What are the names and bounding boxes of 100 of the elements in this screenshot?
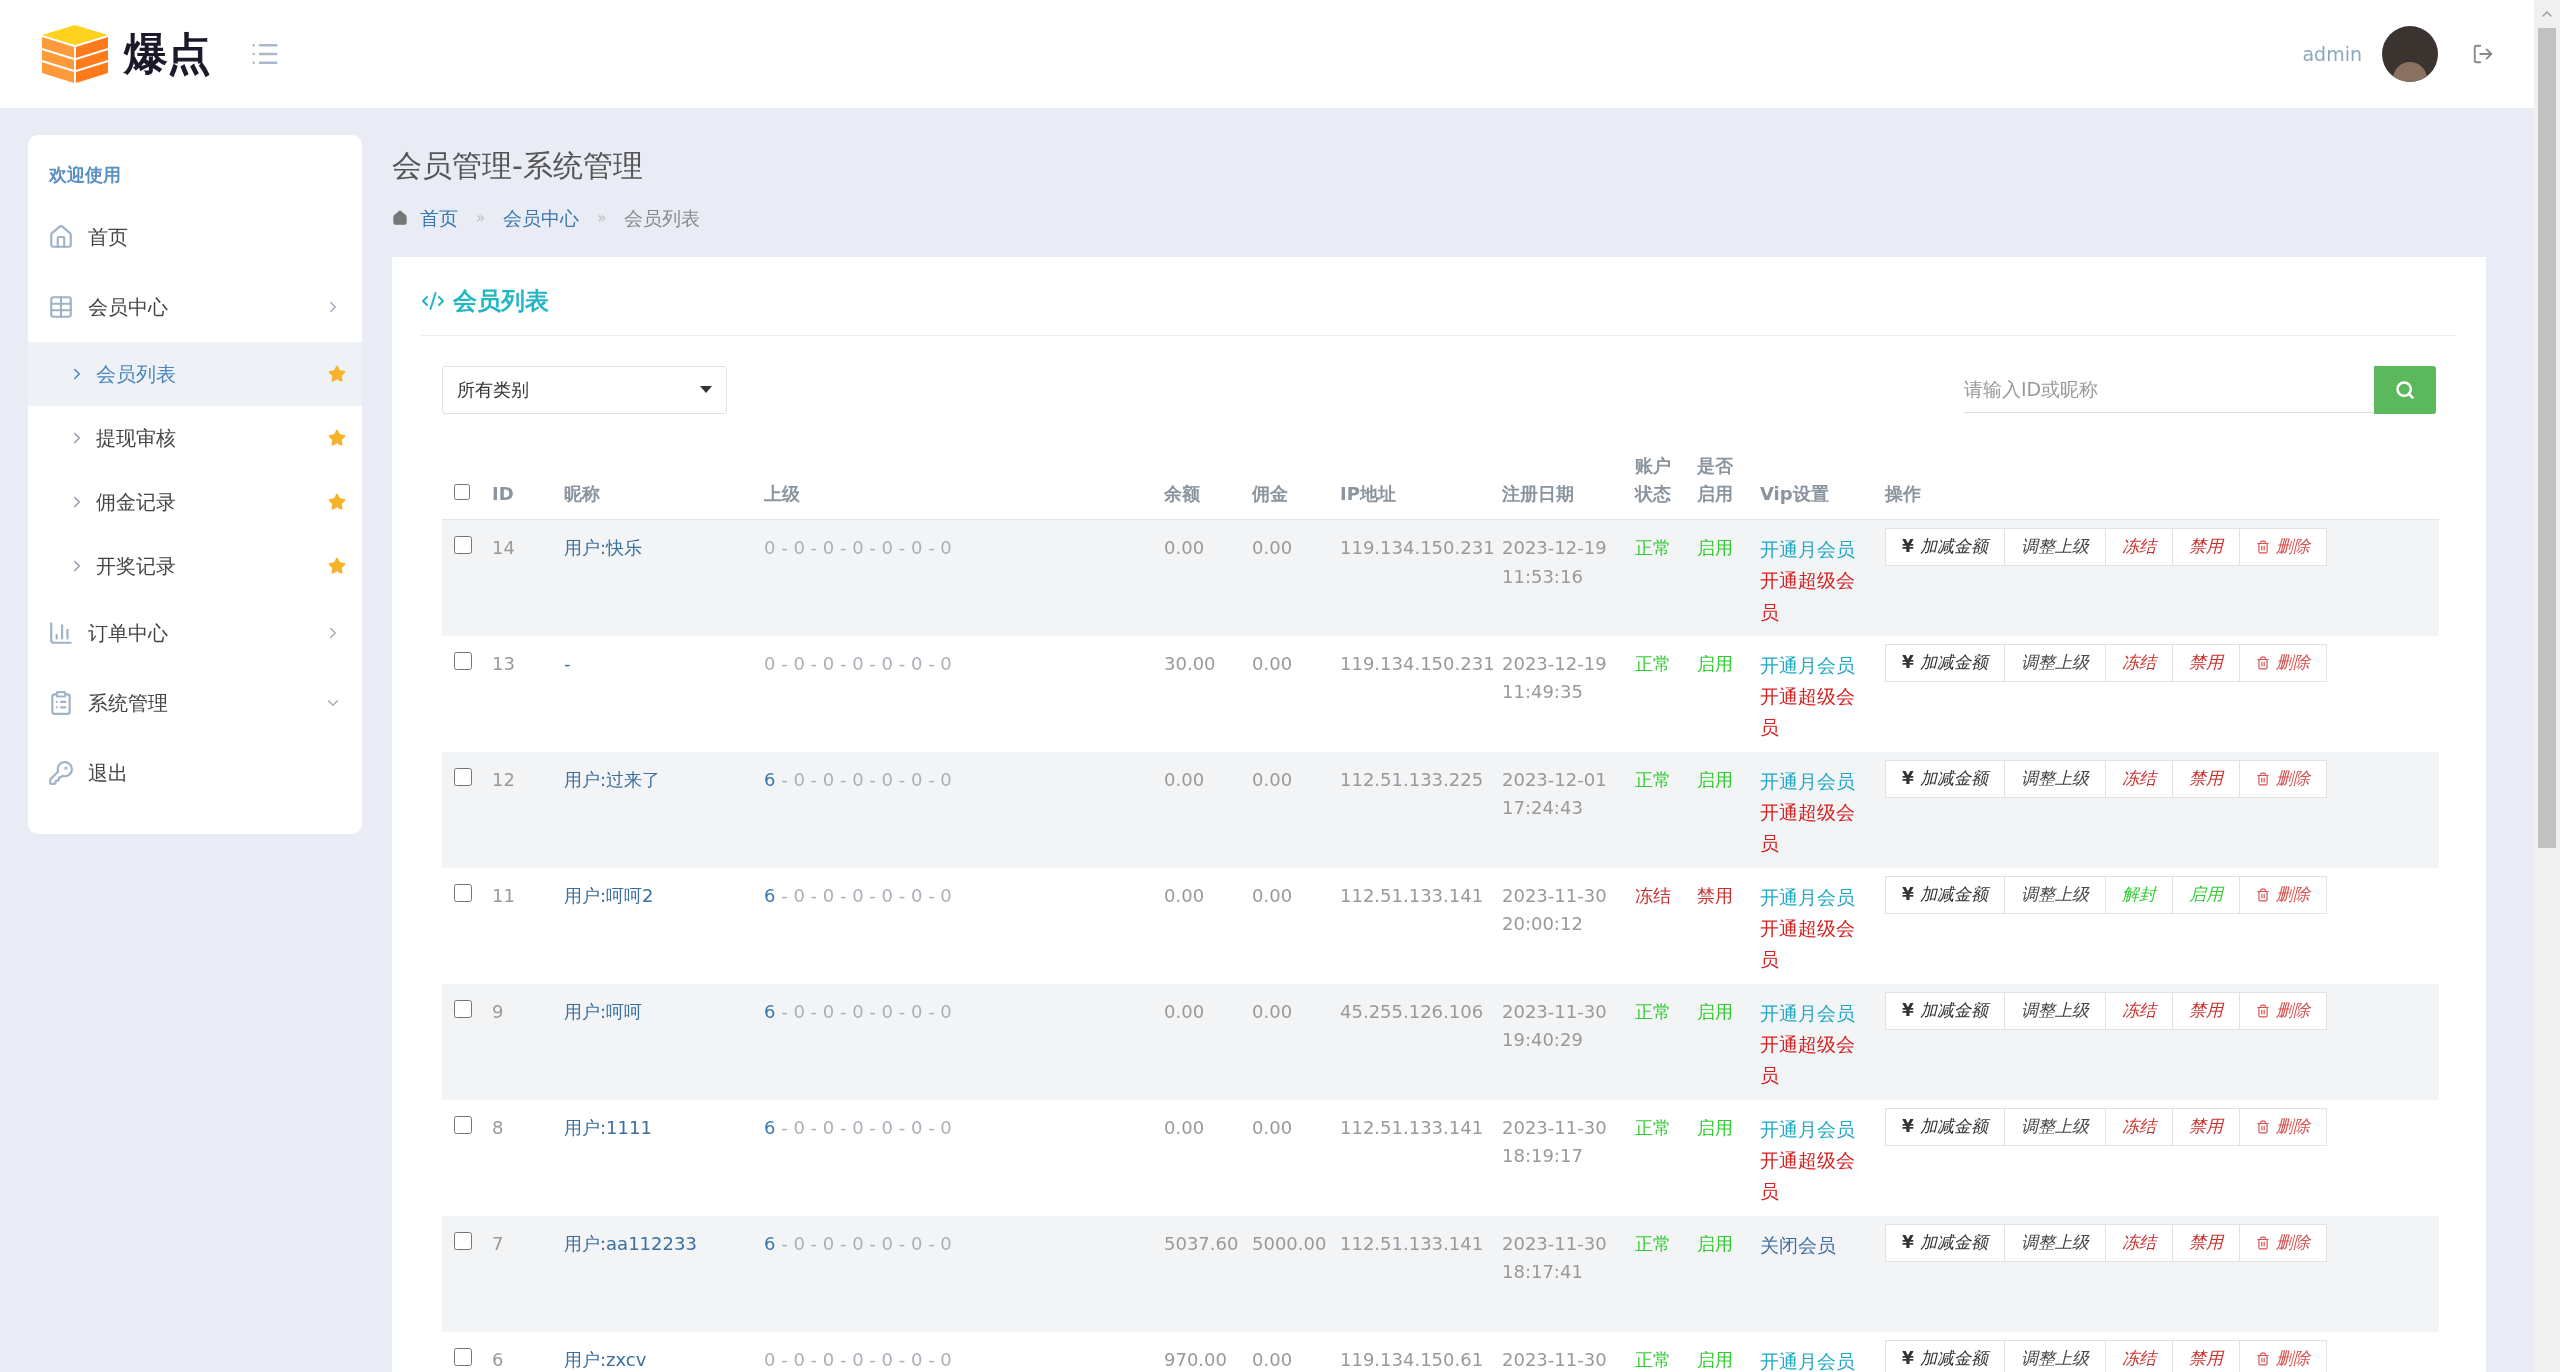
action-button[interactable]: 冻结: [2104, 991, 2173, 1030]
status-text: 正常: [1635, 1232, 1671, 1254]
action-button[interactable]: 禁用: [2171, 1107, 2240, 1146]
trash-icon: [2255, 655, 2270, 670]
sidebar-subitem[interactable]: 会员列表: [28, 342, 362, 406]
scrollbar-thumb[interactable]: [2538, 28, 2556, 848]
breadcrumb-link[interactable]: 首页: [420, 204, 458, 233]
sidebar-item[interactable]: 退出: [28, 738, 362, 808]
list-icon: [48, 690, 74, 716]
row-checkbox[interactable]: [454, 999, 472, 1018]
column-header: ID: [492, 482, 514, 507]
action-button[interactable]: ¥ 加减金额: [1885, 1107, 2005, 1146]
action-button[interactable]: 删除: [2238, 1107, 2327, 1146]
action-button[interactable]: 调整上级: [2003, 991, 2106, 1030]
nickname-link[interactable]: 用户:快乐: [564, 537, 643, 559]
vip-link[interactable]: 开通月会员: [1760, 881, 1869, 913]
sidebar-item[interactable]: 首页: [28, 202, 362, 272]
sidebar-subitem[interactable]: 提现审核: [28, 406, 362, 470]
vip-link[interactable]: 开通超级会员: [1760, 912, 1869, 976]
action-button[interactable]: ¥ 加减金额: [1885, 528, 2005, 567]
action-button[interactable]: 调整上级: [2003, 759, 2106, 798]
action-button[interactable]: 调整上级: [2003, 875, 2106, 914]
vip-link[interactable]: 开通超级会员: [1760, 1028, 1869, 1092]
row-checkbox[interactable]: [454, 536, 472, 555]
action-button[interactable]: ¥ 加减金额: [1885, 1339, 2005, 1372]
action-button[interactable]: 删除: [2238, 991, 2327, 1030]
row-checkbox[interactable]: [454, 1115, 472, 1134]
row-checkbox[interactable]: [454, 1347, 472, 1366]
vip-link[interactable]: 开通超级会员: [1760, 680, 1869, 744]
logout-icon[interactable]: [2472, 43, 2494, 65]
card-title: 会员列表: [453, 285, 549, 317]
vip-link[interactable]: 开通超级会员: [1760, 796, 1869, 860]
action-button[interactable]: 禁用: [2171, 528, 2240, 567]
row-checkbox[interactable]: [454, 767, 472, 786]
action-button[interactable]: 禁用: [2171, 991, 2240, 1030]
sidebar-subitem[interactable]: 佣金记录: [28, 470, 362, 534]
row-checkbox[interactable]: [454, 651, 472, 670]
action-button[interactable]: 调整上级: [2003, 1223, 2106, 1262]
action-button[interactable]: 删除: [2238, 1223, 2327, 1262]
action-button[interactable]: 删除: [2238, 643, 2327, 682]
action-button[interactable]: ¥ 加减金额: [1885, 875, 2005, 914]
avatar[interactable]: [2382, 26, 2438, 82]
action-button[interactable]: 冻结: [2104, 643, 2173, 682]
sidebar-item[interactable]: 会员中心: [28, 272, 362, 342]
parent-chain: 0 - 0 - 0 - 0 - 0 - 0 - 0: [764, 652, 952, 674]
action-button[interactable]: 删除: [2238, 875, 2327, 914]
breadcrumb-link[interactable]: 会员中心: [503, 204, 580, 233]
scrollbar[interactable]: [2534, 0, 2560, 1372]
action-button[interactable]: ¥ 加减金额: [1885, 991, 2005, 1030]
nickname-link[interactable]: 用户:呵呵: [564, 1000, 643, 1022]
time-cell-text: 20:00:12: [1502, 912, 1584, 937]
nickname-link[interactable]: 用户:aa112233: [564, 1232, 697, 1254]
action-button[interactable]: 删除: [2238, 1339, 2327, 1372]
nickname-link[interactable]: 用户:1111: [564, 1116, 652, 1138]
star-icon: [328, 557, 346, 575]
row-checkbox[interactable]: [454, 883, 472, 902]
enabled-text: 禁用: [1697, 884, 1733, 906]
parent-chain: 0 - 0 - 0 - 0 - 0 - 0 - 0: [764, 1348, 952, 1370]
commission-cell: 0.00: [1252, 768, 1293, 790]
select-all-checkbox[interactable]: [454, 484, 470, 501]
sidebar-item[interactable]: 订单中心: [28, 598, 362, 668]
action-button[interactable]: ¥ 加减金额: [1885, 1223, 2005, 1262]
parent-chain: 6 - 0 - 0 - 0 - 0 - 0 - 0: [764, 1000, 952, 1022]
search-button[interactable]: [2374, 365, 2436, 414]
nickname-link[interactable]: 用户:zxcv: [564, 1348, 647, 1370]
column-header: 注册日期: [1502, 482, 1574, 507]
action-button[interactable]: 调整上级: [2003, 643, 2106, 682]
nickname-link[interactable]: 用户:过来了: [564, 768, 661, 790]
action-button[interactable]: ¥ 加减金额: [1885, 643, 2005, 682]
vip-link[interactable]: 开通月会员: [1760, 1113, 1869, 1145]
ip-cell: 119.134.150.61: [1340, 1348, 1484, 1370]
vip-link[interactable]: 开通超级会员: [1760, 565, 1869, 629]
column-header: 佣金: [1252, 482, 1288, 507]
vip-link[interactable]: 开通超级会员: [1760, 1144, 1869, 1208]
action-button[interactable]: 冻结: [2104, 759, 2173, 798]
category-select[interactable]: 所有类别: [442, 365, 727, 414]
status-text: 冻结: [1635, 884, 1671, 906]
nickname-link[interactable]: 用户:呵呵2: [564, 884, 654, 906]
action-button[interactable]: 冻结: [2104, 528, 2173, 567]
search-field[interactable]: 请输入ID或昵称: [1964, 366, 2374, 413]
vip-link[interactable]: 关闭会员: [1760, 1229, 1869, 1261]
action-button[interactable]: ¥ 加减金额: [1885, 759, 2005, 798]
action-button[interactable]: 禁用: [2171, 1223, 2240, 1262]
action-button[interactable]: 禁用: [2171, 759, 2240, 798]
balance-cell: 0.00: [1164, 537, 1205, 559]
action-button[interactable]: 禁用: [2171, 643, 2240, 682]
action-button[interactable]: 调整上级: [2003, 528, 2106, 567]
nickname-link[interactable]: -: [564, 652, 571, 674]
action-button[interactable]: 冻结: [2104, 1107, 2173, 1146]
logo-icon: [40, 23, 110, 85]
row-checkbox[interactable]: [454, 1231, 472, 1250]
sidebar-item[interactable]: 系统管理: [28, 668, 362, 738]
sidebar-subitem[interactable]: 开奖记录: [28, 534, 362, 598]
vip-link[interactable]: 开通月会员: [1760, 649, 1869, 681]
action-button[interactable]: 删除: [2238, 759, 2327, 798]
vip-link[interactable]: 开通月会员: [1760, 1345, 1869, 1372]
action-button[interactable]: 冻结: [2104, 1223, 2173, 1262]
action-button[interactable]: 删除: [2238, 528, 2327, 567]
action-button[interactable]: 调整上级: [2003, 1107, 2106, 1146]
date-cell-text: 2023-11-30: [1502, 999, 1608, 1024]
